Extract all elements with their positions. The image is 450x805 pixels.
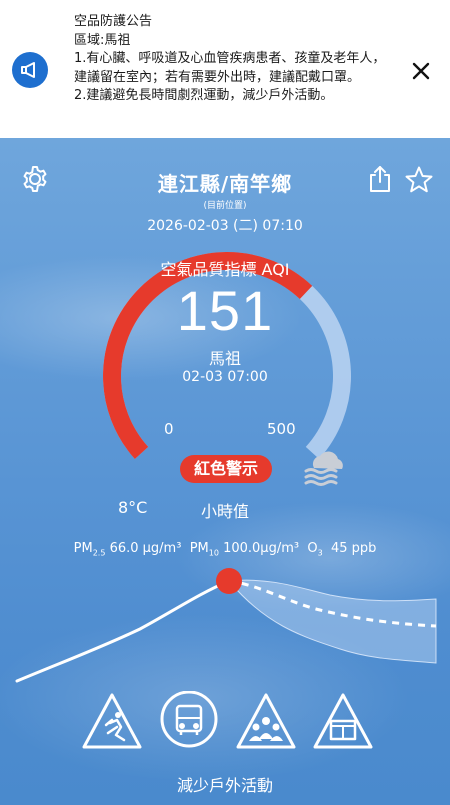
- banner-line-1: 1.有心臟、呼吸道及心血管疾病患者、孩童及老年人，建議留在室內；若有需要外出時，…: [74, 51, 386, 85]
- current-position-label: (目前位置): [203, 201, 247, 211]
- star-icon[interactable]: [404, 165, 434, 195]
- share-icon[interactable]: [367, 164, 393, 194]
- pm10-value: 100.0μg/m³: [223, 541, 300, 556]
- history-line: [15, 579, 231, 683]
- o3-label: O3: [307, 541, 323, 558]
- banner-message: 空品防護公告 區域:馬祖 1.有心臟、呼吸道及心血管疾病患者、孩童及老年人，建議…: [74, 13, 394, 106]
- advice-text: 減少戶外活動: [176, 776, 273, 795]
- pollutant-readings: PM2.5 66.0 μg/m³ PM10 100.0μg/m³ O3 45 p…: [0, 541, 450, 558]
- close-icon[interactable]: [408, 58, 434, 84]
- aqi-main-panel: 連江縣/南竿鄉 (目前位置) 2026-02-03 (二) 07:10 空氣品質…: [0, 138, 450, 805]
- aqi-trend-graph: [15, 568, 437, 683]
- gauge-max-label: 500: [267, 420, 296, 438]
- forecast-band: [228, 579, 437, 664]
- pm25-value: 66.0 μg/m³: [109, 541, 182, 556]
- gauge-min-label: 0: [164, 420, 174, 438]
- alert-badge: 紅色警示: [180, 455, 272, 483]
- station-name: 馬祖: [208, 349, 241, 368]
- window-warning-icon: [313, 693, 373, 749]
- current-datetime: 2026-02-03 (二) 07:10: [147, 218, 303, 234]
- megaphone-icon: [12, 52, 48, 88]
- observation-time: 02-03 07:00: [182, 369, 268, 385]
- aqi-label: 空氣品質指標 AQI: [160, 260, 290, 279]
- pm10-label: PM10: [189, 541, 219, 558]
- temperature: 8°C: [118, 498, 148, 517]
- banner-title: 空品防護公告: [74, 14, 153, 29]
- aqi-value: 151: [176, 279, 274, 342]
- o3-value: 45 ppb: [330, 541, 377, 556]
- banner-region: 區域:馬祖: [74, 32, 131, 48]
- pm25-label: PM2.5: [73, 541, 106, 558]
- current-point: [216, 568, 242, 594]
- fog-icon: [300, 448, 352, 488]
- group-warning-icon: [236, 693, 296, 749]
- hourly-value-toggle[interactable]: 小時值: [201, 498, 249, 522]
- bus-icon: [160, 691, 218, 748]
- banner-line-2: 2.建議避免長時間劇烈運動，減少戶外活動。: [74, 88, 334, 103]
- advice-icons: [82, 691, 373, 749]
- running-warning-icon: [82, 693, 142, 749]
- notification-banner[interactable]: 空品防護公告 區域:馬祖 1.有心臟、呼吸道及心血管疾病患者、孩童及老年人，建議…: [0, 0, 450, 136]
